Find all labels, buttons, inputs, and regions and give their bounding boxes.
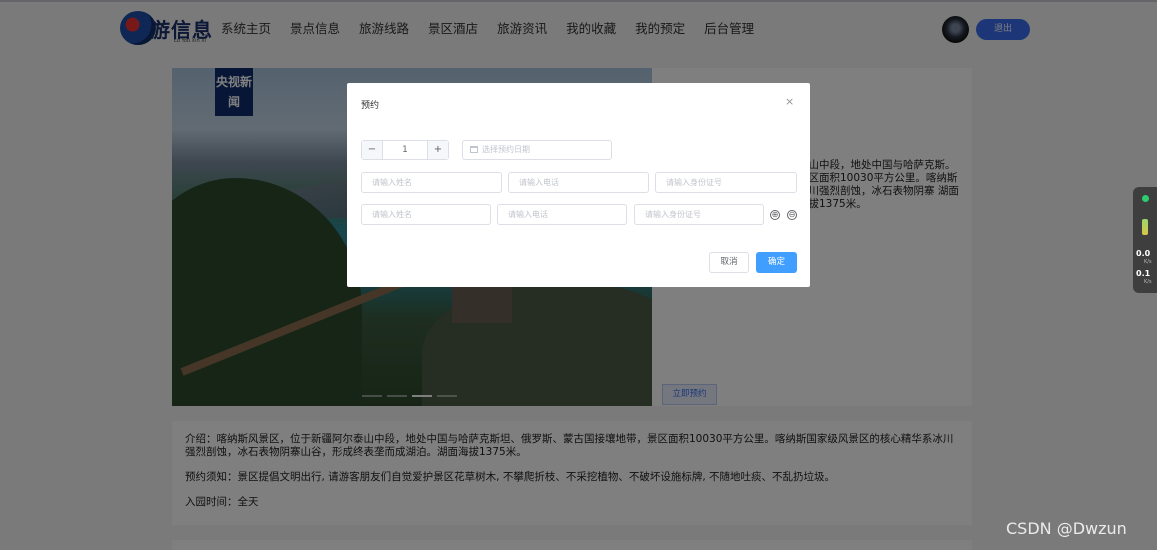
dialog-title: 预约 [361,101,380,111]
add-person-icon[interactable]: ⊕ [770,210,780,220]
name-field[interactable]: 请输入姓名 [361,172,502,193]
download-unit: K/s [1144,279,1152,285]
cancel-button[interactable]: 取消 [709,252,749,273]
decrement-button[interactable]: − [362,141,383,159]
battery-icon [1142,219,1148,235]
upload-speed: 0.0 [1136,249,1151,258]
date-placeholder: 选择预约日期 [482,145,530,154]
upload-unit: K/s [1144,259,1152,265]
booking-dialog: 预约 × − 1 + 选择预约日期 请输入姓名 请输入电话 请输入身份证号 请输… [347,83,810,287]
confirm-button[interactable]: 确定 [756,252,797,273]
status-dot-icon [1142,195,1149,202]
csdn-watermark: CSDN @Dwzun [1006,519,1127,538]
download-speed: 0.1 [1136,269,1151,278]
close-icon[interactable]: × [785,95,794,108]
network-speed-widget: 0.0 K/s 0.1 K/s [1133,187,1157,293]
quantity-value[interactable]: 1 [383,141,427,159]
calendar-icon [470,146,478,153]
remove-person-icon[interactable]: ⊖ [787,210,797,220]
id-number-field[interactable]: 请输入身份证号 [655,172,797,193]
increment-button[interactable]: + [427,141,448,159]
date-picker-input[interactable]: 选择预约日期 [462,140,612,160]
phone-field[interactable]: 请输入电话 [497,204,627,225]
quantity-stepper: − 1 + [361,140,449,160]
phone-field[interactable]: 请输入电话 [508,172,649,193]
name-field[interactable]: 请输入姓名 [361,204,491,225]
id-number-field[interactable]: 请输入身份证号 [634,204,764,225]
